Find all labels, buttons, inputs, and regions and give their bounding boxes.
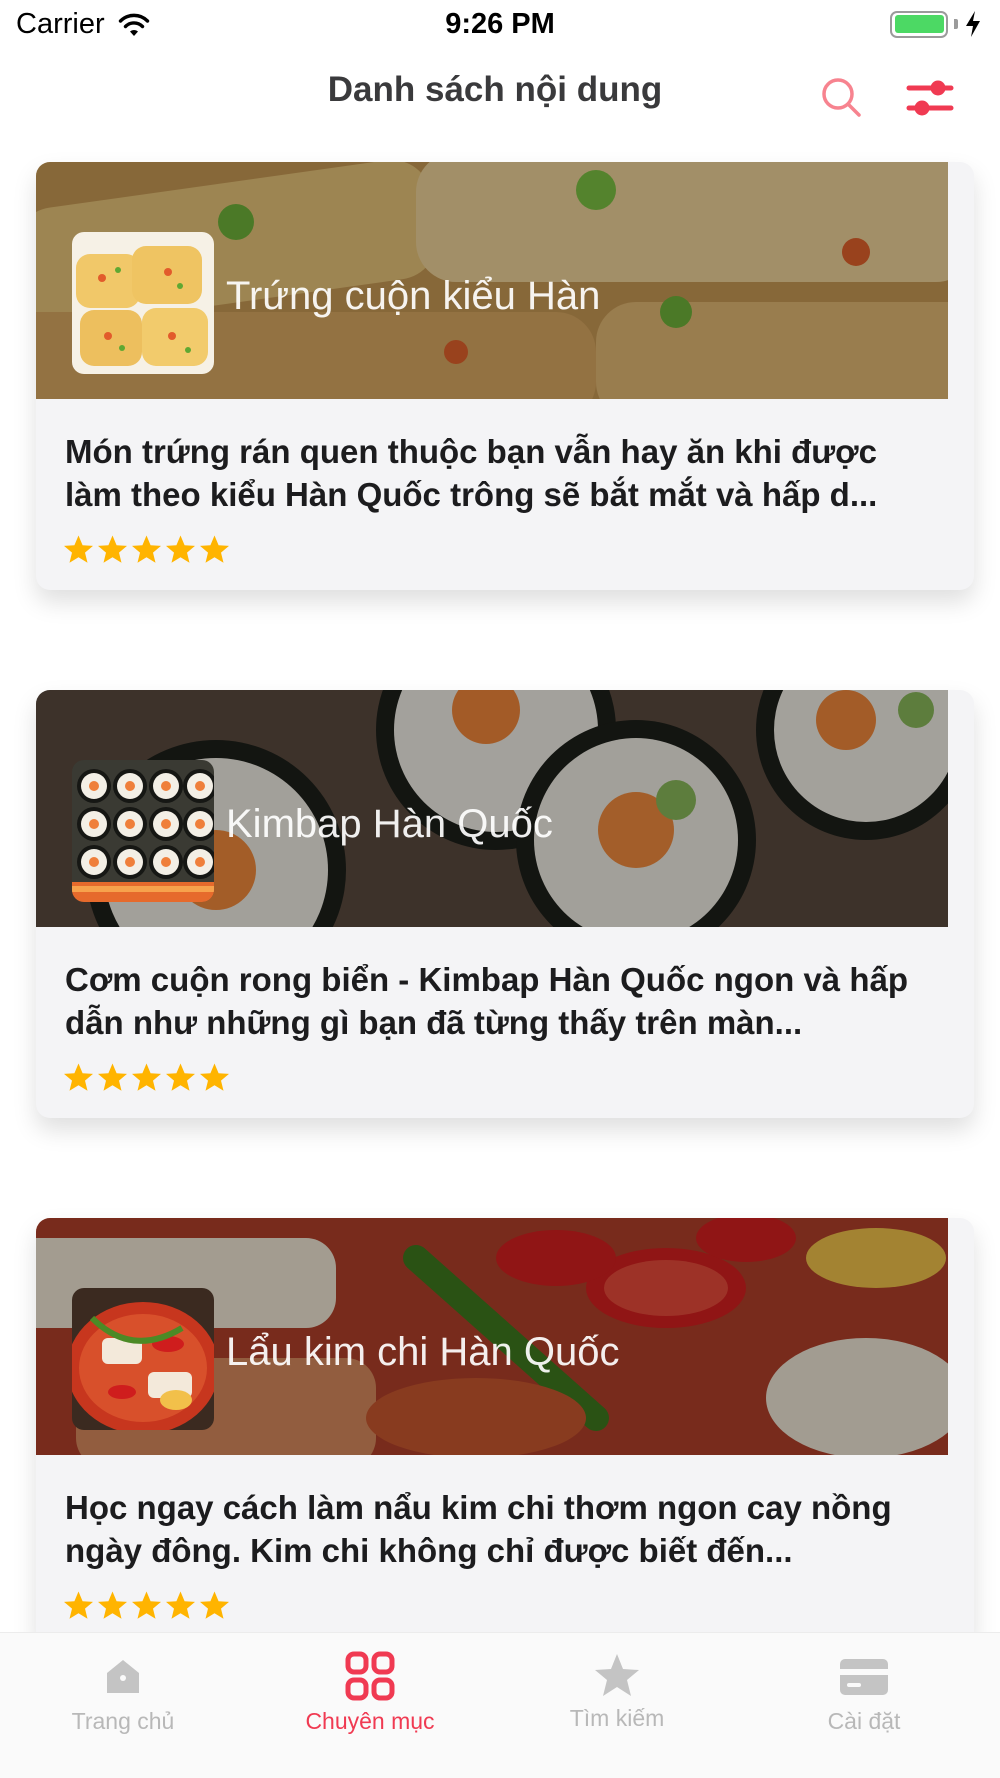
card-banner: Trứng cuộn kiểu Hàn xyxy=(36,162,948,399)
card-description: Món trứng rán quen thuộc bạn vẫn hay ăn … xyxy=(65,433,878,513)
star-rating xyxy=(63,534,230,565)
kimbap-thumbnail-image xyxy=(72,760,214,902)
content-list: Trứng cuộn kiểu Hàn Món trứng rán quen t… xyxy=(36,162,974,1746)
tab-home[interactable]: Trang chủ xyxy=(23,1651,223,1735)
battery-group xyxy=(890,10,982,38)
star-rating xyxy=(63,1062,230,1093)
tab-label: Cài đặt xyxy=(827,1708,901,1734)
rating-star-icon xyxy=(64,1063,93,1091)
tab-settings[interactable]: Cài đặt xyxy=(764,1651,964,1735)
content-card[interactable]: Trứng cuộn kiểu Hàn Món trứng rán quen t… xyxy=(36,162,974,590)
star-icon xyxy=(595,1654,639,1696)
tab-search[interactable]: Tìm kiếm xyxy=(517,1651,717,1732)
rating-star-icon xyxy=(98,1591,127,1619)
tab-label: Tìm kiếm xyxy=(569,1705,665,1731)
card-icon xyxy=(840,1659,888,1695)
tab-bar: Trang chủ Chuyên mục Tìm kiếm Cài đặt xyxy=(0,1632,1000,1778)
card-title: Kimbap Hàn Quốc xyxy=(226,802,553,846)
card-description: Cơm cuộn rong biển - Kimbap Hàn Quốc ngo… xyxy=(65,961,908,1041)
kimchi-hotpot-thumbnail-image xyxy=(72,1288,214,1430)
tab-categories[interactable]: Chuyên mục xyxy=(270,1651,470,1735)
omelette-thumbnail-image xyxy=(72,232,214,374)
card-banner: Kimbap Hàn Quốc xyxy=(36,690,948,927)
rating-star-icon xyxy=(166,1591,195,1619)
star-rating xyxy=(63,1590,230,1621)
grid-icon xyxy=(345,1651,395,1701)
rating-star-icon xyxy=(200,1063,229,1091)
content-card[interactable]: Kimbap Hàn Quốc Cơm cuộn rong biển - Kim… xyxy=(36,690,974,1118)
home-icon xyxy=(107,1660,139,1693)
rating-star-icon xyxy=(132,1063,161,1091)
battery-icon xyxy=(890,10,948,38)
card-description: Học ngay cách làm nẩu kim chi thơm ngon … xyxy=(65,1489,892,1569)
rating-star-icon xyxy=(98,1063,127,1091)
navigation-bar: Danh sách nội dung xyxy=(0,50,1000,150)
rating-star-icon xyxy=(132,535,161,563)
rating-star-icon xyxy=(132,1591,161,1619)
search-icon[interactable] xyxy=(816,72,868,124)
status-bar: Carrier 9:26 PM xyxy=(0,0,1000,50)
rating-star-icon xyxy=(200,1591,229,1619)
battery-fill xyxy=(894,15,944,33)
status-time: 9:26 PM xyxy=(445,8,555,40)
rating-star-icon xyxy=(64,535,93,563)
card-title: Lẩu kim chi Hàn Quốc xyxy=(226,1330,620,1374)
tab-label: Chuyên mục xyxy=(305,1708,435,1734)
rating-star-icon xyxy=(98,535,127,563)
sliders-icon[interactable] xyxy=(905,72,957,124)
card-banner: Lẩu kim chi Hàn Quốc xyxy=(36,1218,948,1455)
tab-label: Trang chủ xyxy=(71,1708,175,1734)
battery-cap xyxy=(954,19,958,29)
rating-star-icon xyxy=(200,535,229,563)
rating-star-icon xyxy=(166,1063,195,1091)
rating-star-icon xyxy=(64,1591,93,1619)
rating-star-icon xyxy=(166,535,195,563)
content-card[interactable]: Lẩu kim chi Hàn Quốc Học ngay cách làm n… xyxy=(36,1218,974,1646)
charging-bolt-icon xyxy=(966,11,980,37)
card-title: Trứng cuộn kiểu Hàn xyxy=(226,274,601,318)
